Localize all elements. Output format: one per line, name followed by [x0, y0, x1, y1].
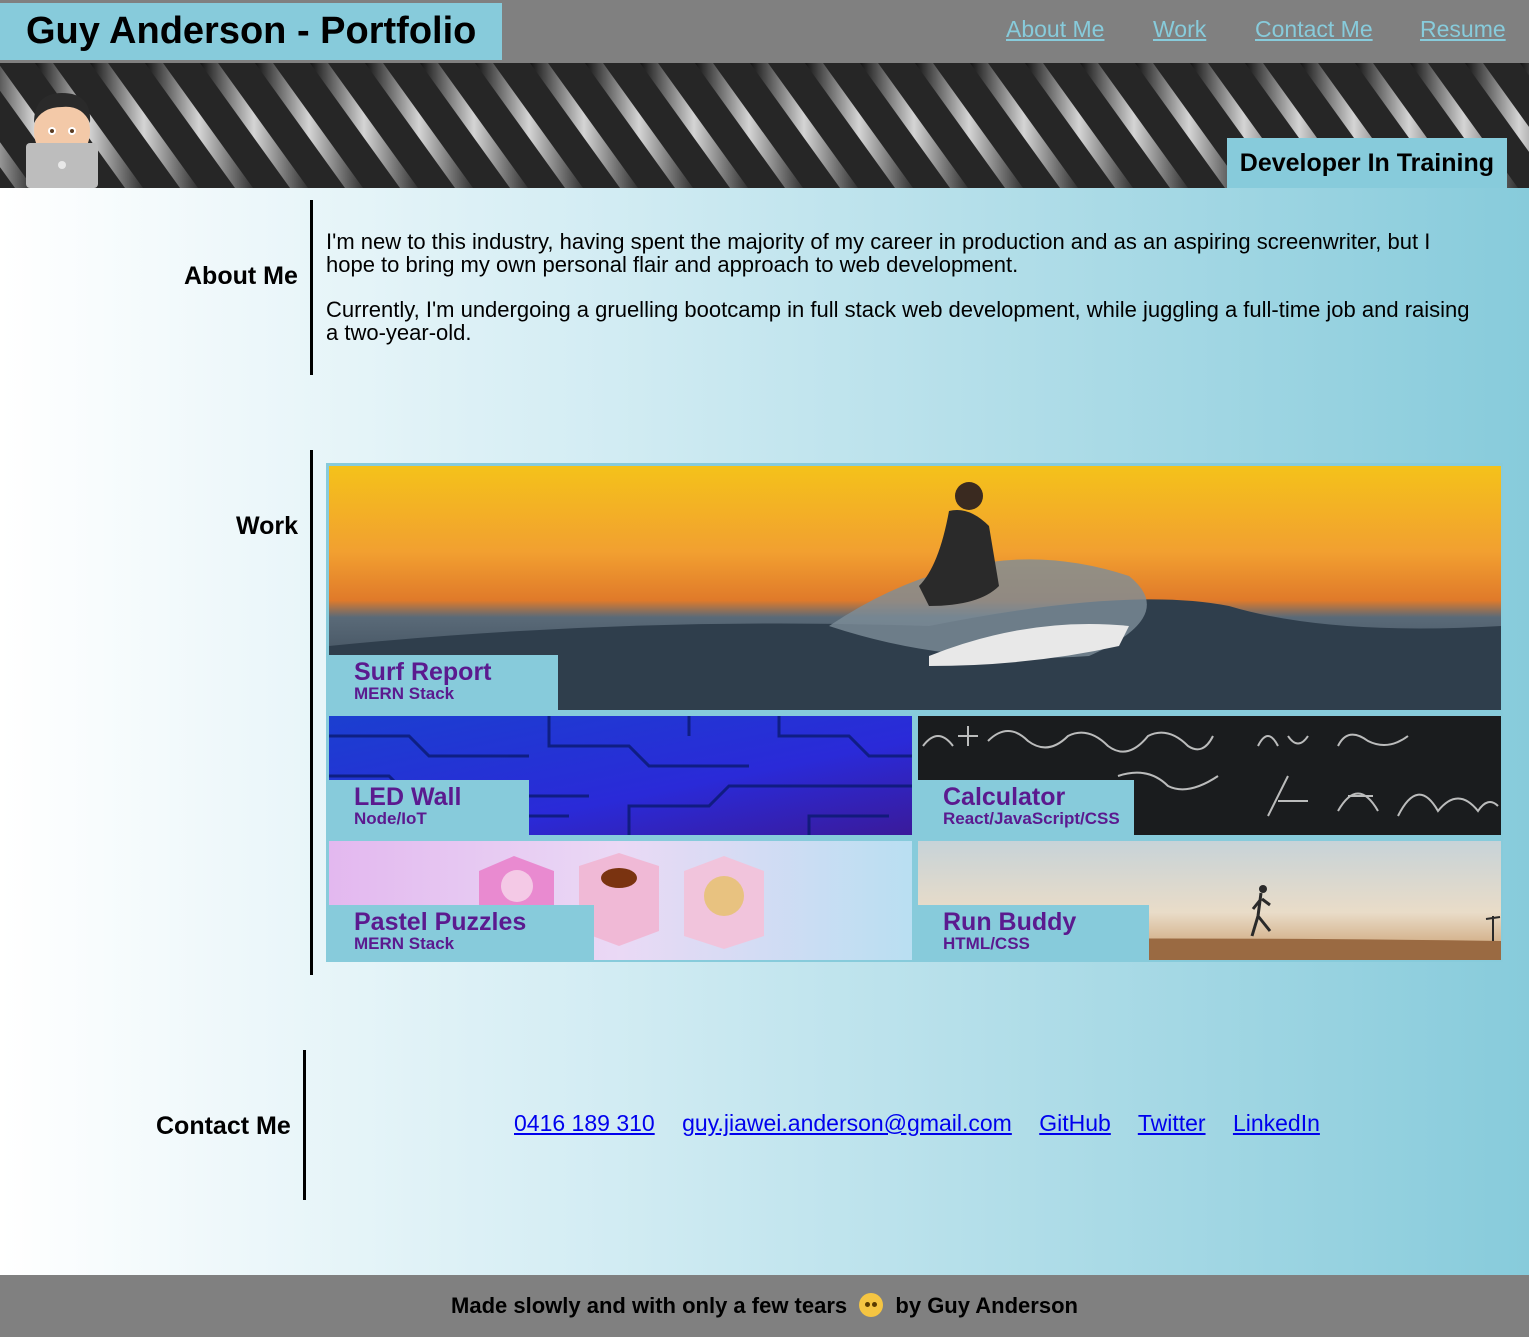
nav-resume[interactable]: Resume	[1420, 16, 1506, 43]
contact-heading: Contact Me	[156, 1112, 291, 1140]
project-label-run-buddy: Run Buddy HTML/CSS	[918, 905, 1149, 960]
work-heading: Work	[236, 512, 299, 540]
project-label-calculator: Calculator React/JavaScript/CSS	[918, 780, 1134, 835]
project-title: Surf Report	[354, 658, 492, 686]
contact-links: 0416 189 310 guy.jiawei.anderson@gmail.c…	[514, 1110, 1320, 1137]
main-content: About Me I'm new to this industry, havin…	[0, 188, 1529, 1275]
work-grid: Surf Report MERN Stack LED Wall Node/IoT…	[326, 463, 1503, 962]
project-card-surf-report[interactable]: Surf Report MERN Stack	[329, 466, 1501, 710]
about-heading: About Me	[184, 262, 298, 290]
project-card-calculator[interactable]: Calculator React/JavaScript/CSS	[918, 716, 1501, 835]
top-bar: Guy Anderson - Portfolio About Me Work C…	[0, 0, 1529, 63]
work-divider	[310, 450, 313, 975]
project-label-led-wall: LED Wall Node/IoT	[329, 780, 529, 835]
project-card-led-wall[interactable]: LED Wall Node/IoT	[329, 716, 912, 835]
site-title: Guy Anderson - Portfolio	[0, 3, 502, 60]
flushed-face-icon	[859, 1293, 884, 1317]
phone-link[interactable]: 0416 189 310	[514, 1110, 655, 1136]
footer-text-after: by Guy Anderson	[895, 1293, 1078, 1318]
nav-contact-me[interactable]: Contact Me	[1255, 16, 1373, 43]
project-stack: Node/IoT	[354, 809, 427, 828]
hero-banner: Developer In Training	[0, 63, 1529, 188]
about-paragraph-1: I'm new to this industry, having spent t…	[326, 229, 1431, 277]
twitter-link[interactable]: Twitter	[1138, 1110, 1206, 1136]
project-title: Calculator	[943, 783, 1066, 811]
project-label-pastel-puzzles: Pastel Puzzles MERN Stack	[329, 905, 594, 960]
about-divider	[310, 200, 313, 375]
contact-divider	[303, 1050, 306, 1200]
linkedin-link[interactable]: LinkedIn	[1233, 1110, 1320, 1136]
project-stack: MERN Stack	[354, 934, 455, 953]
github-link[interactable]: GitHub	[1039, 1110, 1111, 1136]
about-text: I'm new to this industry, having spent t…	[326, 230, 1476, 366]
footer-text-before: Made slowly and with only a few tears	[451, 1293, 848, 1318]
project-title: LED Wall	[354, 783, 462, 811]
project-label-surf-report: Surf Report MERN Stack	[329, 655, 558, 710]
footer: Made slowly and with only a few tears by…	[0, 1275, 1529, 1337]
project-title: Pastel Puzzles	[354, 908, 527, 936]
project-stack: HTML/CSS	[943, 934, 1030, 953]
nav-work[interactable]: Work	[1153, 16, 1206, 43]
project-title: Run Buddy	[943, 908, 1077, 936]
project-card-run-buddy[interactable]: Run Buddy HTML/CSS	[918, 841, 1501, 960]
project-card-pastel-puzzles[interactable]: Pastel Puzzles MERN Stack	[329, 841, 912, 960]
tagline-badge: Developer In Training	[1226, 138, 1507, 188]
nav-about-me[interactable]: About Me	[1006, 16, 1104, 43]
memoji-laptop-icon	[20, 83, 104, 188]
about-paragraph-2: Currently, I'm undergoing a gruelling bo…	[326, 297, 1470, 345]
project-stack: React/JavaScript/CSS	[943, 809, 1120, 828]
email-link[interactable]: guy.jiawei.anderson@gmail.com	[682, 1110, 1012, 1136]
project-stack: MERN Stack	[354, 684, 455, 703]
